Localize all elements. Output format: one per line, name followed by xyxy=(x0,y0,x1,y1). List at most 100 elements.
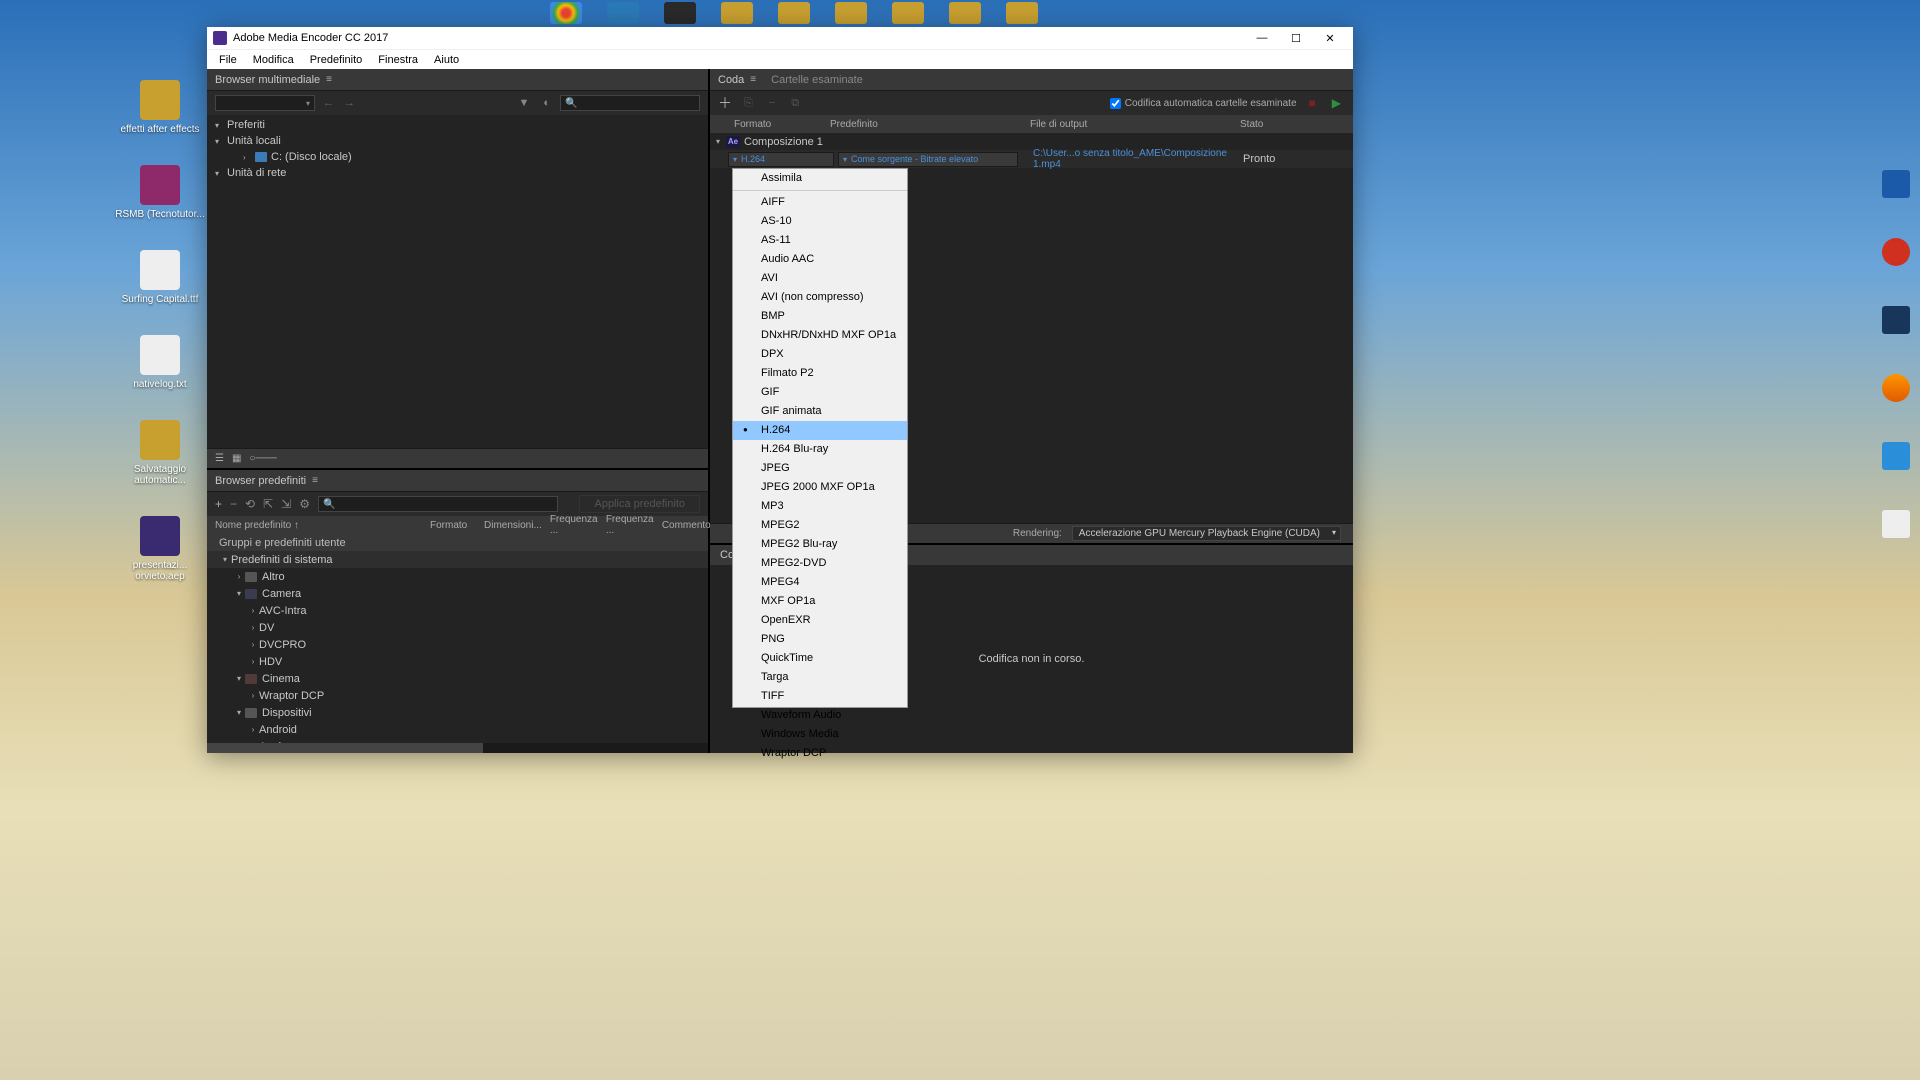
preset-cat-camera[interactable]: ▾Camera xyxy=(207,585,708,602)
folder-icon[interactable] xyxy=(835,2,867,24)
menu-item[interactable]: Waveform Audio xyxy=(733,706,907,725)
preset-cat-cinema[interactable]: ▾Cinema xyxy=(207,670,708,687)
preset-item[interactable]: ›HDV xyxy=(207,653,708,670)
preset-item[interactable]: ›AVC-Intra xyxy=(207,602,708,619)
desktop-icon[interactable]: presentazi... orvieto.aep xyxy=(115,516,205,582)
tree-drive-c[interactable]: ›C: (Disco locale) xyxy=(207,149,708,165)
menu-item[interactable]: MPEG2 xyxy=(733,516,907,535)
menu-item[interactable]: GIF animata xyxy=(733,402,907,421)
menu-item[interactable]: Windows Media xyxy=(733,725,907,744)
desktop-icon[interactable]: nativelog.txt xyxy=(115,335,205,390)
add-output-icon[interactable]: ⎘ xyxy=(740,97,757,110)
chrome-icon[interactable] xyxy=(550,2,582,24)
desktop-icon[interactable]: Surfing Capital.ttf xyxy=(115,250,205,305)
menu-item[interactable]: DNxHR/DNxHD MXF OP1a xyxy=(733,326,907,345)
minimize-button[interactable]: — xyxy=(1245,27,1279,49)
media-browser-tab[interactable]: Browser multimediale ≡ xyxy=(207,69,708,91)
menu-item[interactable]: AVI (non compresso) xyxy=(733,288,907,307)
menu-item[interactable]: JPEG xyxy=(733,459,907,478)
forward-icon[interactable]: → xyxy=(342,97,357,109)
menu-item[interactable]: DPX xyxy=(733,345,907,364)
menu-item[interactable]: PNG xyxy=(733,630,907,649)
tray-icon[interactable] xyxy=(1882,442,1910,470)
folder-icon[interactable] xyxy=(892,2,924,24)
zoom-slider[interactable]: ○─── xyxy=(249,453,276,464)
col-dim[interactable]: Dimensioni... xyxy=(484,520,550,531)
back-icon[interactable]: ← xyxy=(321,97,336,109)
preset-export-icon[interactable]: ⇲ xyxy=(281,497,291,511)
menu-item[interactable]: Audio AAC xyxy=(733,250,907,269)
menu-item[interactable]: JPEG 2000 MXF OP1a xyxy=(733,478,907,497)
output-row[interactable]: ▾H.264 ▾Come sorgente - Bitrate elevato … xyxy=(710,150,1353,168)
preset-group-user[interactable]: Gruppi e predefiniti utente xyxy=(207,534,708,551)
menu-item[interactable]: MPEG2-DVD xyxy=(733,554,907,573)
scrollbar[interactable] xyxy=(207,743,708,753)
tree-network-drives[interactable]: ▾Unità di rete xyxy=(207,165,708,181)
menu-item[interactable]: GIF xyxy=(733,383,907,402)
thumb-view-icon[interactable]: ▦ xyxy=(232,453,241,464)
menu-aiuto[interactable]: Aiuto xyxy=(426,52,467,68)
app-icon[interactable] xyxy=(664,2,696,24)
menu-item[interactable]: AVI xyxy=(733,269,907,288)
panel-menu-icon[interactable]: ≡ xyxy=(750,74,756,85)
menu-item[interactable]: QuickTime xyxy=(733,649,907,668)
menu-item[interactable]: AS-11 xyxy=(733,231,907,250)
preset-browser-tab[interactable]: Browser predefiniti ≡ xyxy=(207,470,708,492)
menu-file[interactable]: File xyxy=(211,52,245,68)
stop-button[interactable]: ■ xyxy=(1305,96,1320,110)
preset-item[interactable]: ›DV xyxy=(207,619,708,636)
folder-icon[interactable] xyxy=(721,2,753,24)
preset-sync-icon[interactable]: ⟲ xyxy=(245,497,255,511)
path-dropdown[interactable]: ▾ xyxy=(215,95,315,111)
panel-menu-icon[interactable]: ≡ xyxy=(312,475,318,486)
preset-cat-altro[interactable]: ›Altro xyxy=(207,568,708,585)
close-button[interactable]: ✕ xyxy=(1313,27,1347,49)
tray-icon[interactable] xyxy=(1882,510,1910,538)
menu-item[interactable]: AS-10 xyxy=(733,212,907,231)
preset-cat-dispositivi[interactable]: ▾Dispositivi xyxy=(207,704,708,721)
col-preset[interactable]: Predefinito xyxy=(820,119,1020,130)
menu-item[interactable]: TIFF xyxy=(733,687,907,706)
menu-item[interactable]: MXF OP1a xyxy=(733,592,907,611)
menu-finestra[interactable]: Finestra xyxy=(370,52,426,68)
desktop-icon[interactable]: effetti after effects xyxy=(115,80,205,135)
add-source-button[interactable]: ＋ xyxy=(718,93,732,113)
tab-queue[interactable]: Coda≡ xyxy=(718,74,756,86)
maximize-button[interactable]: ☐ xyxy=(1279,27,1313,49)
menu-item[interactable]: MP3 xyxy=(733,497,907,516)
menu-predefinito[interactable]: Predefinito xyxy=(302,52,371,68)
col-format[interactable]: Formato xyxy=(710,119,820,130)
col-format[interactable]: Formato xyxy=(430,520,484,531)
desktop-icon[interactable]: Salvataggio automatic... xyxy=(115,420,205,486)
search-input[interactable]: 🔍 xyxy=(560,95,700,111)
folder-icon[interactable] xyxy=(949,2,981,24)
tab-watch-folders[interactable]: Cartelle esaminate xyxy=(771,74,863,86)
preset-dropdown[interactable]: ▾Come sorgente - Bitrate elevato xyxy=(838,152,1018,167)
menu-item[interactable]: MPEG4 xyxy=(733,573,907,592)
duplicate-icon[interactable]: ⧉ xyxy=(787,97,803,110)
col-freq2[interactable]: Frequenza ... xyxy=(606,514,662,536)
menu-item[interactable]: Filmato P2 xyxy=(733,364,907,383)
menu-item[interactable]: BMP xyxy=(733,307,907,326)
app-icon[interactable] xyxy=(607,2,639,24)
composition-row[interactable]: ▾ Ae Composizione 1 xyxy=(710,133,1353,150)
preset-import-icon[interactable]: ⇱ xyxy=(263,497,273,511)
menu-item[interactable]: H.264 xyxy=(733,421,907,440)
output-path[interactable]: C:\User...o senza titolo_AME\Composizion… xyxy=(1033,148,1243,170)
start-queue-button[interactable]: ▶ xyxy=(1328,96,1345,110)
tree-favorites[interactable]: ▾Preferiti xyxy=(207,117,708,133)
ingest-icon[interactable]: ◐ xyxy=(539,97,554,109)
menu-item[interactable]: Targa xyxy=(733,668,907,687)
render-engine-select[interactable]: Accelerazione GPU Mercury Playback Engin… xyxy=(1072,526,1341,541)
col-output[interactable]: File di output xyxy=(1020,119,1230,130)
col-state[interactable]: Stato xyxy=(1230,119,1353,130)
folder-icon[interactable] xyxy=(778,2,810,24)
tree-local-drives[interactable]: ▾Unità locali xyxy=(207,133,708,149)
menu-item[interactable]: H.264 Blu-ray xyxy=(733,440,907,459)
menu-item[interactable]: OpenEXR xyxy=(733,611,907,630)
remove-icon[interactable]: − xyxy=(765,97,779,109)
remove-preset-icon[interactable]: − xyxy=(230,497,237,511)
menu-modifica[interactable]: Modifica xyxy=(245,52,302,68)
preset-item[interactable]: ›Wraptor DCP xyxy=(207,687,708,704)
add-preset-icon[interactable]: + xyxy=(215,497,222,511)
